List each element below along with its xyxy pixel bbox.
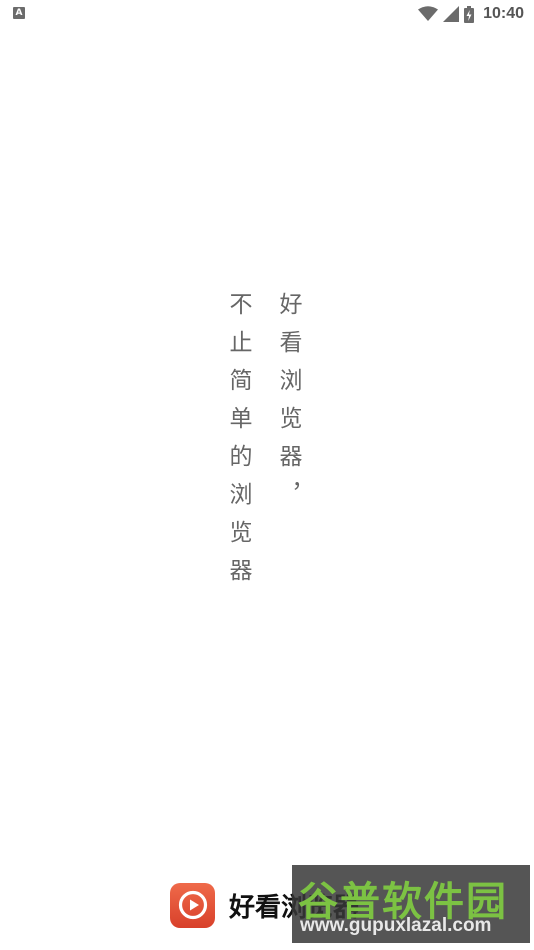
- slogan-line-1: 好看浏览器，: [275, 292, 301, 520]
- wifi-icon: [418, 6, 439, 21]
- watermark: 谷普软件园 www.gupuxlazal.com: [292, 865, 530, 943]
- signal-icon: [443, 6, 460, 22]
- battery-charging-icon: [464, 5, 475, 23]
- app-logo: [170, 882, 215, 928]
- play-circle-icon: [178, 890, 207, 920]
- status-bar: A 10:40: [0, 0, 534, 28]
- slogan: 好看浏览器， 不止简单的浏览器: [224, 292, 302, 596]
- watermark-url: www.gupuxlazal.com: [300, 915, 492, 936]
- status-time: 10:40: [483, 5, 524, 22]
- status-indicators: 10:40: [418, 3, 524, 25]
- slogan-line-2: 不止简单的浏览器: [225, 292, 251, 596]
- notification-icon: A: [13, 7, 25, 19]
